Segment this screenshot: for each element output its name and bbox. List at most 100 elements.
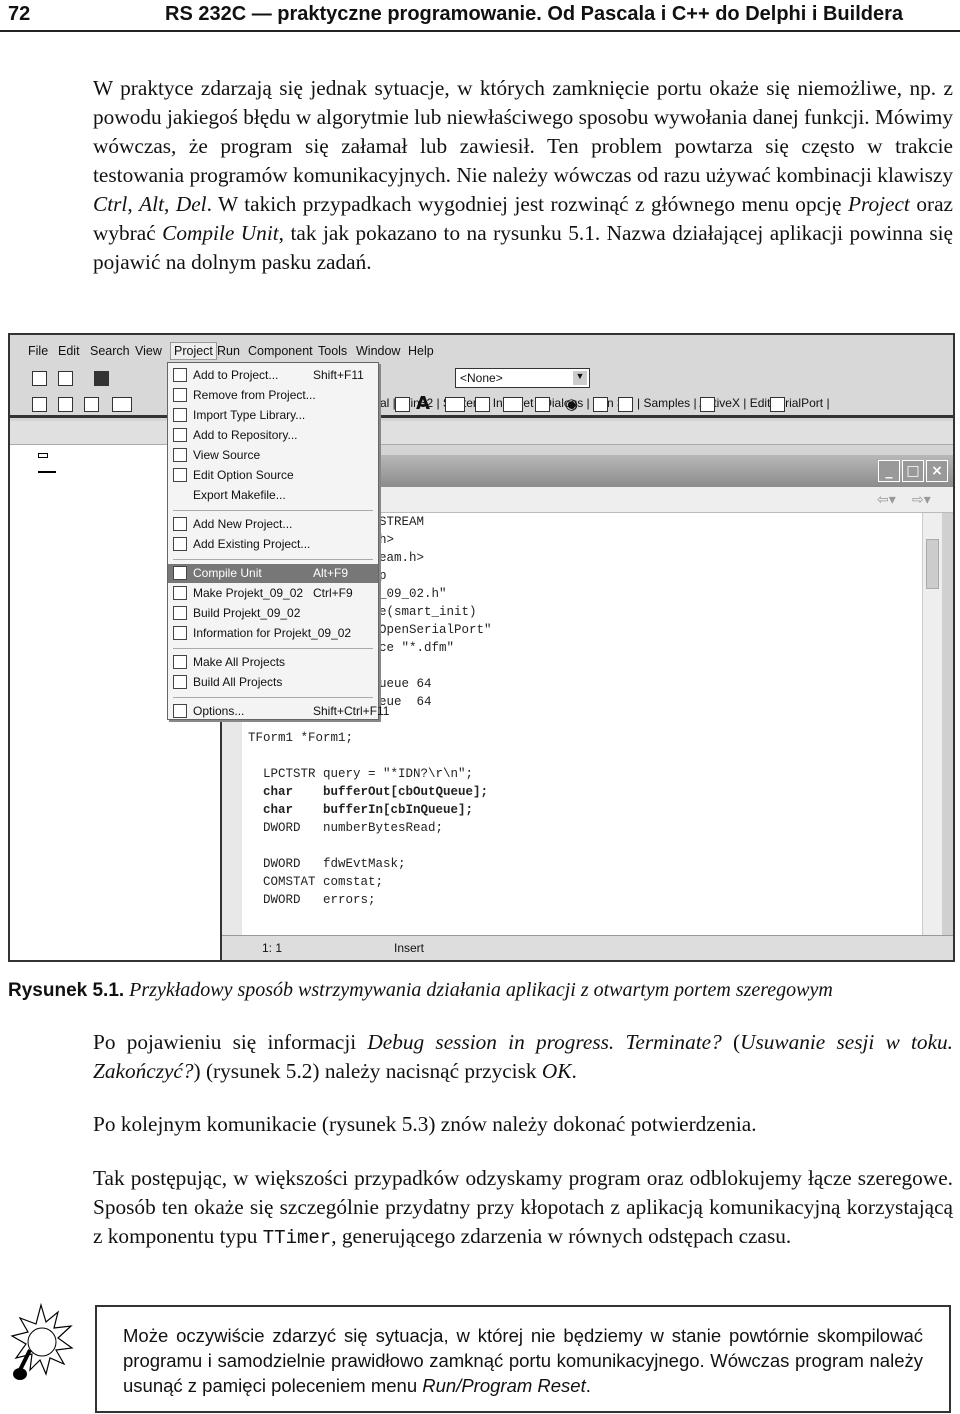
copy-icon[interactable] <box>32 397 47 412</box>
chevron-down-icon[interactable]: ▼ <box>573 371 587 385</box>
figure-caption: Rysunek 5.1. Przykładowy sposób wstrzymy… <box>8 979 833 1002</box>
scroll-thumb[interactable] <box>926 539 939 589</box>
menu-item-shortcut: Alt+F9 <box>313 566 349 580</box>
minimize-glyph-icon <box>38 453 48 458</box>
windows-icon[interactable] <box>58 397 73 412</box>
checkbox-icon[interactable] <box>535 397 550 412</box>
menu-item-icon <box>173 606 187 620</box>
menu-item[interactable]: Compile Unit Alt+F9 <box>168 564 378 583</box>
dash-glyph-icon <box>38 471 56 473</box>
menu-view[interactable]: View <box>135 344 162 358</box>
minimize-icon[interactable]: _ <box>878 460 900 482</box>
menu-window[interactable]: Window <box>356 344 400 358</box>
menu-item[interactable]: Build Projekt_09_02 <box>168 604 378 623</box>
pointer-icon[interactable] <box>395 397 410 412</box>
menu-item[interactable]: Edit Option Source <box>168 466 378 485</box>
menu-item-icon <box>173 566 187 580</box>
serial-port-component-icon[interactable] <box>770 397 785 412</box>
menu-item[interactable]: Build All Projects <box>168 673 378 692</box>
menu-item-label: Information for Projekt_09_02 <box>193 626 352 640</box>
maximize-icon[interactable]: □ <box>902 460 924 482</box>
menu-item-label: Build Projekt_09_02 <box>193 606 301 620</box>
toggle-icon[interactable] <box>84 397 99 412</box>
code-line: LPCTSTR query = "*IDN?\r\n"; <box>248 767 474 781</box>
menu-item-label: Add to Project... <box>193 368 279 382</box>
italic-text: Project <box>847 192 910 216</box>
caption-label: Rysunek 5.1. <box>8 980 125 1001</box>
menu-item-label: Add Existing Project... <box>193 537 311 551</box>
forward-arrow-icon[interactable]: ⇨▾ <box>912 491 931 508</box>
menu-item[interactable]: Information for Projekt_09_02 <box>168 624 378 643</box>
code-line-fragment: h> <box>379 533 395 547</box>
radio-icon[interactable]: ◉ <box>565 395 578 413</box>
paragraph: Po kolejnym komunikacie (rysunek 5.3) zn… <box>93 1110 953 1139</box>
close-icon[interactable]: × <box>926 460 948 482</box>
status-bar: 1: 1 Insert <box>222 935 953 960</box>
menu-item-label: Edit Option Source <box>193 468 294 482</box>
menu-item[interactable]: Add New Project... <box>168 515 378 534</box>
listbox-icon[interactable] <box>593 397 608 412</box>
text-run: Po kolejnym komunikacie (rysunek 5.3) zn… <box>93 1112 757 1136</box>
menu-item[interactable]: Add Existing Project... <box>168 535 378 554</box>
caption-text: Przykładowy sposób wstrzymywania działan… <box>124 979 833 1001</box>
menu-item-label: Import Type Library... <box>193 408 306 422</box>
object-inspector-bar <box>10 421 953 445</box>
menu-component[interactable]: Component <box>248 344 313 358</box>
code-line-fragment: p <box>379 569 387 583</box>
form-icon[interactable] <box>112 397 132 412</box>
menu-item[interactable]: Make All Projects <box>168 653 378 672</box>
text-run: ) (rysunek 5.2) należy nacisnąć przycisk <box>193 1059 542 1083</box>
menu-item-icon <box>173 388 187 402</box>
button-icon[interactable] <box>503 397 523 412</box>
menu-item[interactable]: Import Type Library... <box>168 406 378 425</box>
menu-tools[interactable]: Tools <box>318 344 347 358</box>
menu-item-label: Make All Projects <box>193 655 286 669</box>
menu-item[interactable]: Options... Shift+Ctrl+F11 <box>168 702 389 721</box>
text-run: ( <box>721 1030 741 1054</box>
vertical-scrollbar[interactable] <box>922 513 942 935</box>
menu-run[interactable]: Run <box>217 344 240 358</box>
code-line-fragment: eam.h> <box>379 551 425 565</box>
code-line: DWORD errors; <box>248 893 376 907</box>
edit-mode: Insert <box>394 941 425 955</box>
combo-value: <None> <box>460 371 503 385</box>
menu-item[interactable]: Add to Project... Shift+F11 <box>168 366 378 385</box>
code-term: TTimer <box>262 1227 332 1249</box>
memo-icon[interactable] <box>475 397 490 412</box>
running-title: RS 232C — praktyczne programowanie. Od P… <box>165 3 904 25</box>
menu-file[interactable]: File <box>28 344 48 358</box>
back-arrow-icon[interactable]: ⇦▾ <box>877 491 896 508</box>
menu-item[interactable]: Add to Repository... <box>168 426 378 445</box>
menu-project[interactable]: Project <box>170 342 217 360</box>
text-run: W praktyce zdarzają się jednak sytuacje,… <box>93 76 954 187</box>
code-line-fragment: OpenSerialPort" <box>379 623 492 637</box>
menu-search[interactable]: Search <box>90 344 130 358</box>
save-icon[interactable] <box>94 371 109 386</box>
edit-icon[interactable] <box>445 397 465 412</box>
menu-item[interactable]: Export Makefile... <box>168 486 378 505</box>
text-run: , generującego zdarzenia w równych odstę… <box>331 1224 792 1248</box>
combobox-icon[interactable] <box>618 397 633 412</box>
new-file-icon[interactable] <box>32 371 47 386</box>
menu-item-shortcut: Shift+F11 <box>313 368 364 382</box>
groupbox-icon[interactable] <box>700 397 715 412</box>
tip-box: Może oczywiście zdarzyć się sytuacja, w … <box>95 1305 951 1413</box>
menu-help[interactable]: Help <box>408 344 434 358</box>
combo-box[interactable]: <None> ▼ <box>455 368 590 388</box>
menu-item[interactable]: View Source <box>168 446 378 465</box>
menu-item-label: Build All Projects <box>193 675 283 689</box>
code-line: COMSTAT comstat; <box>248 875 384 889</box>
menu-item-label: View Source <box>193 448 261 462</box>
code-line-fragment: _09_02.h" <box>379 587 447 601</box>
menu-item-icon <box>173 408 187 422</box>
cursor-position: 1: 1 <box>262 941 283 955</box>
menu-item[interactable]: Remove from Project... <box>168 386 378 405</box>
menu-item-icon <box>173 675 187 689</box>
menu-item-icon <box>173 704 187 718</box>
label-icon[interactable]: A <box>416 393 430 414</box>
menu-edit[interactable]: Edit <box>58 344 80 358</box>
open-icon[interactable] <box>58 371 73 386</box>
menu-item-label: Compile Unit <box>193 566 262 580</box>
menu-item[interactable]: Make Projekt_09_02 Ctrl+F9 <box>168 584 378 603</box>
text-run: . <box>571 1059 577 1083</box>
